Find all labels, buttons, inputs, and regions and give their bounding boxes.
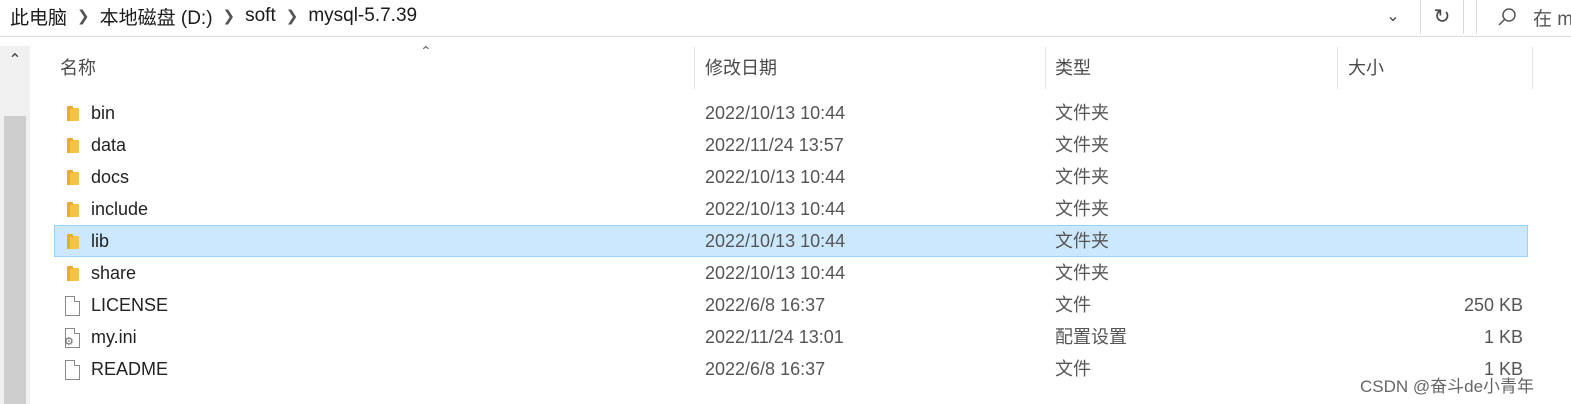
file-name: data (91, 135, 127, 155)
breadcrumb-drive-d[interactable]: 本地磁盘 (D:) (98, 3, 215, 30)
file-row-include[interactable]: include 2022/10/13 10:44 文件夹 (54, 193, 1528, 225)
breadcrumb-this-pc[interactable]: 此电脑 (8, 3, 69, 30)
column-header-date[interactable]: 修改日期 (699, 47, 1049, 89)
address-dropdown-icon[interactable]: ⌄ (1380, 4, 1406, 30)
breadcrumb: 此电脑 ❯ 本地磁盘 (D:) ❯ soft ❯ mysql-5.7.39 (8, 3, 419, 30)
folder-icon (63, 168, 81, 188)
file-row-data[interactable]: data 2022/11/24 13:57 文件夹 (54, 129, 1528, 161)
file-date: 2022/10/13 10:44 (705, 199, 846, 219)
file-icon (63, 296, 81, 316)
file-name: LICENSE (91, 295, 169, 315)
file-type: 文件夹 (1055, 135, 1109, 155)
scroll-up-icon[interactable]: ⌃ (0, 46, 30, 74)
file-size: 250 KB (1463, 295, 1523, 315)
file-size: 1 KB (1483, 327, 1523, 347)
chevron-right-icon[interactable]: ❯ (278, 7, 307, 25)
file-name: my.ini (91, 327, 137, 347)
file-name: README (91, 359, 169, 379)
file-size (1355, 98, 1523, 128)
column-header-type[interactable]: 类型 (1049, 47, 1339, 89)
watermark: CSDN @奋斗de小青年 (1360, 377, 1535, 396)
folder-icon (63, 200, 81, 220)
file-name: share (91, 263, 137, 283)
file-row-readme[interactable]: README 2022/6/8 16:37 文件 1 KB (54, 353, 1528, 385)
search-input[interactable]: 在 m (1476, 0, 1571, 34)
file-size (1355, 130, 1523, 160)
folder-icon (63, 264, 81, 284)
chevron-right-icon[interactable]: ❯ (69, 7, 98, 25)
refresh-button[interactable]: ↻ (1420, 0, 1464, 34)
file-name: docs (91, 167, 130, 187)
column-divider[interactable] (694, 47, 695, 89)
settings-file-icon: ⚙ (63, 328, 81, 348)
file-type: 文件 (1055, 359, 1091, 379)
file-type: 配置设置 (1055, 327, 1127, 347)
vertical-scrollbar[interactable]: ⌃ (0, 46, 30, 404)
address-bar[interactable]: 此电脑 ❯ 本地磁盘 (D:) ❯ soft ❯ mysql-5.7.39 ⌄ … (0, 0, 1571, 37)
file-type: 文件夹 (1055, 263, 1109, 283)
file-row-license[interactable]: LICENSE 2022/6/8 16:37 文件 250 KB (54, 289, 1528, 321)
chevron-right-icon[interactable]: ❯ (215, 7, 244, 25)
file-date: 2022/10/13 10:44 (705, 231, 846, 251)
file-row-my-ini[interactable]: ⚙ my.ini 2022/11/24 13:01 配置设置 1 KB (54, 321, 1528, 353)
breadcrumb-soft[interactable]: soft (243, 5, 278, 27)
scroll-thumb[interactable] (4, 116, 26, 404)
file-date: 2022/10/13 10:44 (705, 263, 846, 283)
file-name: include (91, 199, 149, 219)
folder-icon (63, 232, 81, 252)
search-placeholder: 在 m (1533, 8, 1571, 30)
file-date: 2022/10/13 10:44 (705, 167, 846, 187)
file-date: 2022/10/13 10:44 (705, 103, 846, 123)
file-size (1355, 258, 1523, 288)
file-size (1355, 162, 1523, 192)
file-icon (63, 360, 81, 380)
column-header-size[interactable]: 大小 (1342, 47, 1532, 89)
file-date: 2022/6/8 16:37 (705, 359, 826, 379)
file-size (1355, 226, 1523, 256)
folder-icon (63, 136, 81, 156)
file-type: 文件夹 (1055, 231, 1109, 251)
file-date: 2022/11/24 13:01 (705, 327, 844, 347)
file-size (1355, 194, 1523, 224)
file-type: 文件 (1055, 295, 1091, 315)
file-list: bin 2022/10/13 10:44 文件夹 data 2022/11/24… (54, 97, 1528, 385)
column-header: ⌃ 名称 修改日期 类型 大小 (54, 43, 1534, 89)
search-icon (1498, 8, 1516, 26)
file-type: 文件夹 (1055, 167, 1109, 187)
column-divider[interactable] (1045, 47, 1046, 89)
file-type: 文件夹 (1055, 103, 1109, 123)
column-divider[interactable] (1337, 47, 1338, 89)
file-date: 2022/11/24 13:57 (705, 135, 844, 155)
file-row-bin[interactable]: bin 2022/10/13 10:44 文件夹 (54, 97, 1528, 129)
file-name: bin (91, 103, 116, 123)
file-date: 2022/6/8 16:37 (705, 295, 826, 315)
refresh-icon: ↻ (1433, 6, 1451, 28)
file-row-docs[interactable]: docs 2022/10/13 10:44 文件夹 (54, 161, 1528, 193)
file-name: lib (91, 231, 110, 251)
breadcrumb-mysql[interactable]: mysql-5.7.39 (306, 5, 419, 27)
file-row-lib[interactable]: lib 2022/10/13 10:44 文件夹 (54, 225, 1528, 257)
folder-icon (63, 104, 81, 124)
file-type: 文件夹 (1055, 199, 1109, 219)
file-row-share[interactable]: share 2022/10/13 10:44 文件夹 (54, 257, 1528, 289)
column-header-name[interactable]: 名称 (54, 47, 694, 89)
column-divider[interactable] (1532, 47, 1533, 89)
